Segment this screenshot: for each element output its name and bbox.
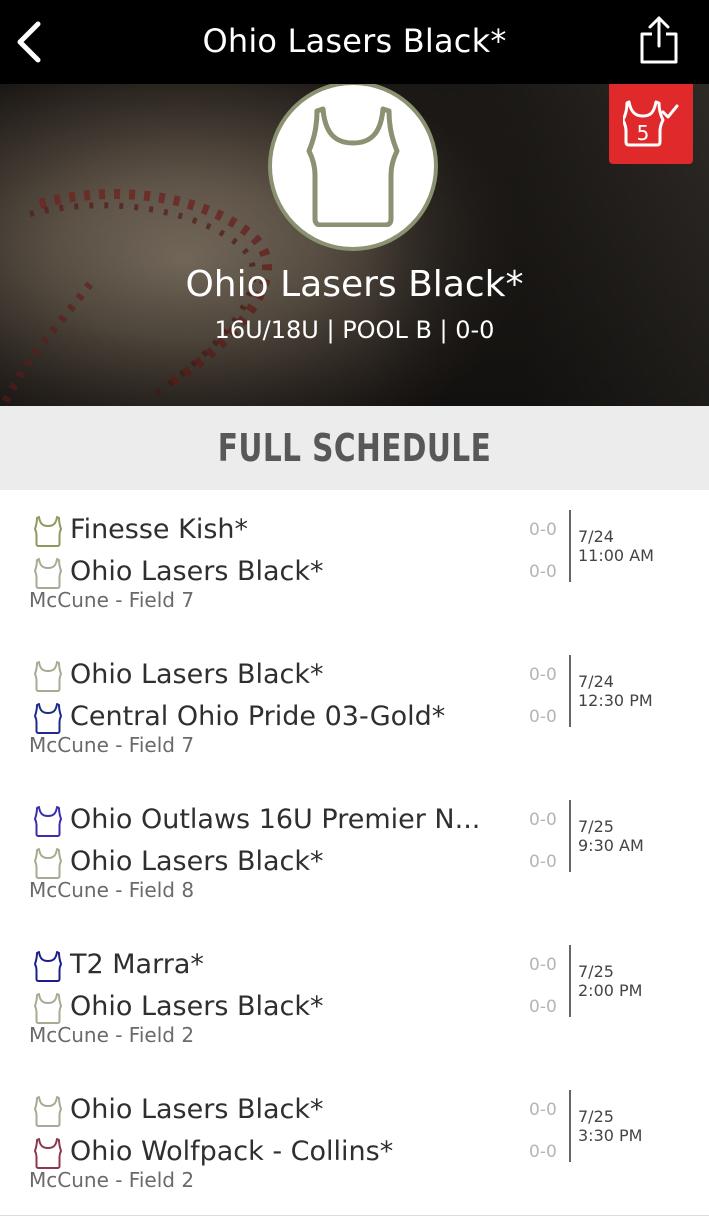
game-date: 7/25 [578, 817, 614, 836]
game-date: 7/25 [578, 1107, 614, 1126]
team-name: Ohio Lasers Black* [70, 659, 324, 690]
game-date: 7/24 [578, 527, 614, 546]
game-time: 2:00 PM [578, 981, 643, 1000]
game-team-row: Ohio Lasers Black* [30, 1090, 530, 1130]
team-name: Ohio Lasers Black* [70, 846, 324, 877]
game-row[interactable]: Finesse Kish* 0-0 Ohio Lasers Black* 0-0 7/2… [0, 490, 709, 636]
team-division-record: 16U/18U | POOL B | 0-0 [214, 316, 495, 344]
team-name: Ohio Lasers Black* [70, 1094, 324, 1125]
game-team-row: Central Ohio Pride 03-Gold* [30, 697, 530, 737]
schedule-header: FULL SCHEDULE [0, 406, 709, 491]
team-name: Ohio Lasers Black* [70, 991, 324, 1022]
team-name: Central Ohio Pride 03-Gold* [70, 701, 446, 732]
divider [569, 945, 571, 1017]
team-score: 0-0 [529, 707, 557, 727]
nav-title: Ohio Lasers Black* [202, 22, 507, 60]
team-name: Ohio Wolfpack - Collins* [70, 1136, 394, 1167]
team-score: 0-0 [529, 852, 557, 872]
game-team-row: Ohio Outlaws 16U Premier N... [30, 800, 530, 840]
game-date: 7/25 [578, 962, 614, 981]
game-venue: McCune - Field 7 [29, 588, 195, 612]
game-team-row: Ohio Lasers Black* [30, 842, 530, 882]
divider [569, 510, 571, 582]
game-venue: McCune - Field 8 [29, 878, 195, 902]
jersey-icon [34, 806, 62, 837]
team-name: Finesse Kish* [70, 514, 249, 545]
checkin-badge[interactable]: 5 [609, 84, 693, 164]
team-score: 0-0 [529, 1100, 557, 1120]
team-score: 0-0 [529, 562, 557, 582]
game-row[interactable]: Ohio Lasers Black* 0-0 Central Ohio Pride … [0, 635, 709, 781]
team-name: Ohio Lasers Black* [185, 264, 524, 305]
navigation-bar: Ohio Lasers Black* [0, 0, 709, 84]
team-hero-banner: 5 Ohio Lasers Black* 16U/18U | POOL B | … [0, 84, 709, 406]
team-logo [268, 84, 438, 251]
team-name: Ohio Lasers Black* [70, 556, 324, 587]
team-score: 0-0 [529, 997, 557, 1017]
game-row[interactable]: Ohio Lasers Black* 0-0 Ohio Wolfpack - Col… [0, 1070, 709, 1216]
game-venue: McCune - Field 2 [29, 1168, 195, 1192]
jersey-icon [34, 516, 62, 547]
schedule-header-title: FULL SCHEDULE [217, 426, 492, 470]
game-row[interactable]: T2 Marra* 0-0 Ohio Lasers Black* 0-0 7/25 2:0… [0, 925, 709, 1071]
jersey-check-icon: 5 [623, 100, 679, 147]
divider [569, 1090, 571, 1162]
divider [569, 800, 571, 872]
jersey-icon [34, 848, 62, 879]
team-name: T2 Marra* [70, 949, 204, 980]
jersey-icon [34, 703, 62, 734]
game-row[interactable]: Ohio Outlaws 16U Premier N... 0-0 Ohio Las… [0, 780, 709, 926]
chevron-left-icon[interactable] [10, 18, 54, 66]
game-team-row: Ohio Lasers Black* [30, 655, 530, 695]
game-date: 7/24 [578, 672, 614, 691]
jersey-icon [306, 106, 400, 227]
team-score: 0-0 [529, 955, 557, 975]
game-team-row: Ohio Lasers Black* [30, 987, 530, 1027]
share-icon[interactable] [637, 14, 681, 66]
jersey-icon [34, 951, 62, 982]
game-time: 11:00 AM [578, 546, 654, 565]
game-team-row: Finesse Kish* [30, 510, 530, 550]
jersey-icon [34, 1096, 62, 1127]
game-team-row: T2 Marra* [30, 945, 530, 985]
jersey-icon [34, 1138, 62, 1169]
team-name: Ohio Outlaws 16U Premier N... [70, 804, 481, 835]
game-time: 3:30 PM [578, 1126, 643, 1145]
game-venue: McCune - Field 7 [29, 733, 195, 757]
jersey-icon [34, 993, 62, 1024]
jersey-icon [34, 661, 62, 692]
game-venue: McCune - Field 2 [29, 1023, 195, 1047]
team-score: 0-0 [529, 665, 557, 685]
team-score: 0-0 [529, 520, 557, 540]
game-time: 12:30 PM [578, 691, 653, 710]
game-team-row: Ohio Lasers Black* [30, 552, 530, 592]
jersey-icon [34, 558, 62, 589]
game-time: 9:30 AM [578, 836, 644, 855]
team-score: 0-0 [529, 810, 557, 830]
divider [569, 655, 571, 727]
badge-count: 5 [637, 121, 650, 145]
game-team-row: Ohio Wolfpack - Collins* [30, 1132, 530, 1172]
team-score: 0-0 [529, 1142, 557, 1162]
